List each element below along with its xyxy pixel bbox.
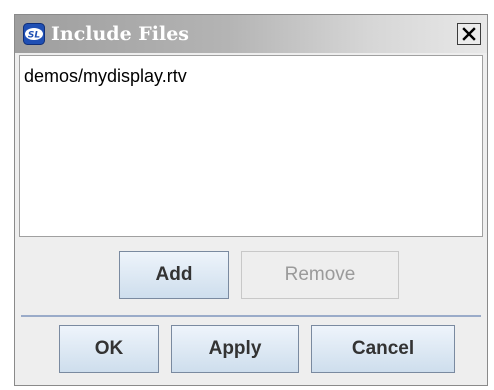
list-item[interactable]: demos/mydisplay.rtv <box>24 64 187 88</box>
svg-text:SL: SL <box>28 31 40 41</box>
window-title: Include Files <box>51 23 190 45</box>
file-list[interactable]: demos/mydisplay.rtv <box>19 55 483 237</box>
cancel-button[interactable]: Cancel <box>311 325 455 373</box>
apply-button[interactable]: Apply <box>171 325 299 373</box>
close-x-icon <box>462 27 476 41</box>
add-button[interactable]: Add <box>119 251 229 299</box>
ok-button[interactable]: OK <box>59 325 159 373</box>
button-separator <box>21 315 481 317</box>
remove-button[interactable]: Remove <box>241 251 399 299</box>
include-files-dialog: SL Include Files demos/mydisplay.rtv Add… <box>14 14 488 386</box>
close-button[interactable] <box>457 23 481 45</box>
sl-logo-icon: SL <box>23 23 45 45</box>
title-bar[interactable]: SL Include Files <box>15 15 487 53</box>
